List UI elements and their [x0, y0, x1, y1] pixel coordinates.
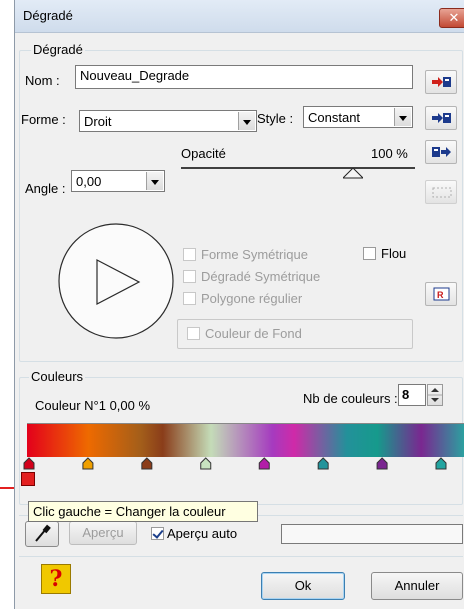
opacity-slider-track: [181, 167, 415, 169]
form-label: Forme :: [21, 112, 66, 127]
preview-area: [281, 524, 463, 544]
load-gradient-button[interactable]: [425, 106, 457, 130]
name-input[interactable]: Nouveau_Degrade: [75, 65, 413, 89]
polygone-regulier-checkbox[interactable]: [183, 292, 196, 305]
eyedropper-icon: [35, 524, 51, 542]
style-label: Style :: [257, 111, 294, 126]
tooltip: Clic gauche = Changer la couleur: [28, 501, 258, 522]
forme-symetrique-label: Forme Symétrique: [201, 247, 308, 262]
angle-label: Angle :: [25, 181, 66, 196]
gradient-preview-bar[interactable]: [27, 423, 464, 457]
cancel-button-label: Annuler: [394, 578, 440, 593]
polygone-regulier-label: Polygone régulier: [201, 291, 303, 306]
chevron-down-icon[interactable]: [146, 172, 163, 190]
auto-preview-label: Aperçu auto: [167, 526, 238, 541]
cancel-button[interactable]: Annuler: [371, 572, 463, 600]
opacity-label: Opacité: [181, 146, 226, 161]
preview-button-label: Aperçu: [82, 525, 124, 540]
reset-icon: R: [433, 287, 450, 301]
reset-button[interactable]: R: [425, 282, 457, 306]
color-count-spinner[interactable]: [427, 384, 443, 406]
svg-text:R: R: [437, 290, 444, 300]
color-count-input[interactable]: 8: [398, 384, 426, 406]
help-icon: ?: [49, 566, 63, 592]
flou-label: Flou: [381, 246, 407, 261]
import-icon: [432, 77, 451, 87]
export-gradient-button[interactable]: [425, 140, 457, 164]
import-gradient-button[interactable]: [425, 70, 457, 94]
window-title: Dégradé: [23, 8, 73, 23]
degrade-symetrique-checkbox[interactable]: [183, 270, 196, 283]
opacity-slider-thumb[interactable]: [343, 168, 363, 179]
bottom-divider: [19, 556, 463, 557]
help-button[interactable]: ?: [41, 564, 71, 594]
direction-preview[interactable]: [57, 222, 175, 340]
gradient-stop-5[interactable]: [258, 457, 270, 470]
ok-button[interactable]: Ok: [261, 572, 345, 600]
close-button[interactable]: ✕: [439, 8, 464, 28]
gradient-group-legend: Dégradé: [31, 42, 85, 57]
current-color-label: Couleur N°1 0,00 %: [35, 398, 151, 413]
angle-select-value: 0,00: [76, 174, 102, 189]
style-select[interactable]: Constant: [303, 106, 413, 128]
export-icon: [432, 147, 451, 157]
gradient-stop-4[interactable]: [200, 457, 212, 470]
blank-tool-button[interactable]: [425, 180, 457, 204]
gradient-stop-8[interactable]: [435, 457, 447, 470]
forme-symetrique-checkbox[interactable]: [183, 248, 196, 261]
colors-group-legend: Couleurs: [29, 369, 86, 384]
auto-preview-checkbox[interactable]: [151, 527, 164, 540]
chevron-down-icon[interactable]: [394, 108, 411, 126]
gradient-stop-7[interactable]: [376, 457, 388, 470]
degrade-symetrique-label: Dégradé Symétrique: [201, 269, 321, 284]
gradient-stop-6[interactable]: [317, 457, 329, 470]
style-select-value: Constant: [308, 110, 361, 125]
opacity-value: 100 %: [371, 146, 408, 161]
chevron-down-icon[interactable]: [238, 112, 255, 130]
selected-stop-swatch[interactable]: [21, 472, 35, 486]
couleur-de-fond-label: Couleur de Fond: [205, 326, 302, 341]
gradient-stop-2[interactable]: [82, 457, 94, 470]
opacity-slider[interactable]: [181, 162, 415, 182]
load-icon: [432, 113, 451, 123]
gradient-stop-3[interactable]: [141, 457, 153, 470]
couleur-de-fond-checkbox[interactable]: [187, 327, 200, 340]
form-select[interactable]: Droit: [79, 110, 257, 132]
color-count-label: Nb de couleurs :: [303, 391, 398, 406]
gradient-stop-markers[interactable]: [21, 457, 464, 471]
frame-icon: [432, 187, 452, 198]
title-bar: Dégradé: [15, 0, 464, 33]
preview-button[interactable]: Aperçu: [69, 521, 137, 545]
flou-checkbox[interactable]: [363, 247, 376, 260]
angle-select[interactable]: 0,00: [71, 170, 165, 192]
close-icon: ✕: [448, 10, 460, 25]
form-select-value: Droit: [84, 114, 112, 129]
gradient-stop-1[interactable]: [23, 457, 35, 470]
eyedropper-button[interactable]: [25, 521, 59, 547]
ok-button-label: Ok: [294, 578, 312, 593]
name-label: Nom :: [25, 73, 60, 88]
spinner-arrows-icon: [428, 388, 442, 402]
